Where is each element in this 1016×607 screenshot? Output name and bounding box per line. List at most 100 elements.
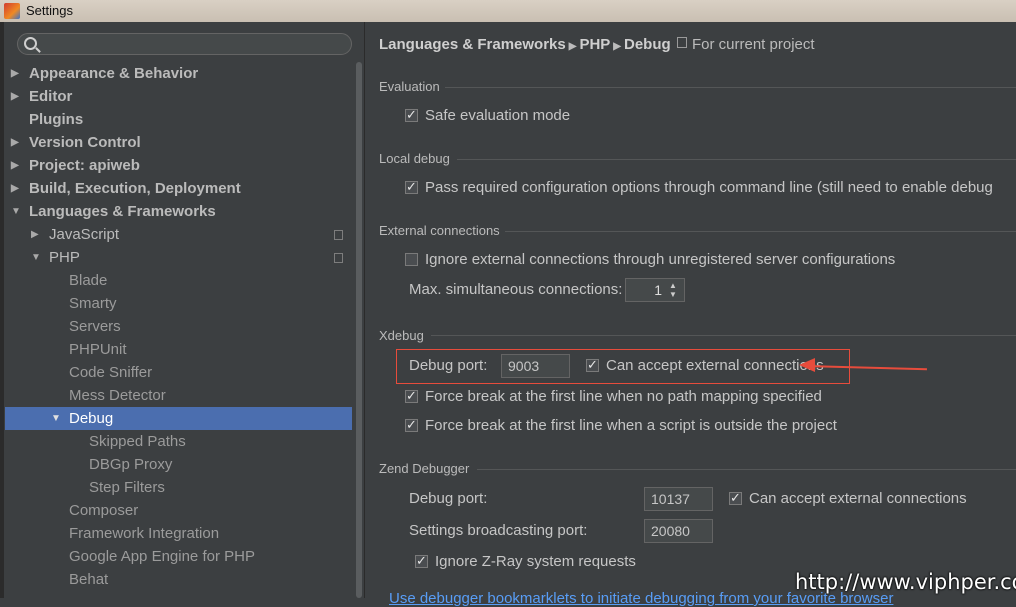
broadcast-port-input[interactable]: 20080 — [644, 519, 713, 543]
sidebar-item[interactable]: ▶ Project: apiweb — [0, 154, 352, 177]
sidebar-item-label: Project: apiweb — [29, 157, 140, 174]
safe-evaluation-label[interactable]: Safe evaluation mode — [425, 107, 570, 124]
sidebar-item-label: Framework Integration — [69, 525, 220, 542]
sidebar-item[interactable]: Skipped Paths — [0, 430, 352, 453]
settings-search[interactable] — [17, 33, 352, 55]
breadcrumb-item: PHP — [579, 36, 611, 53]
ignore-external-label[interactable]: Ignore external connections through unre… — [425, 251, 895, 268]
pass-config-checkbox[interactable]: ✓ — [405, 180, 418, 194]
collapse-arrow-icon[interactable]: ▶ — [11, 154, 23, 177]
expand-arrow-icon[interactable]: ▼ — [51, 407, 63, 430]
sidebar-scrollbar-thumb[interactable] — [356, 62, 362, 598]
section-xdebug-title: Xdebug — [379, 328, 424, 343]
ignore-zray-checkbox[interactable]: ✓ — [415, 554, 428, 568]
scope-label: For current project — [692, 36, 815, 53]
sidebar-item[interactable]: Code Sniffer — [0, 361, 352, 384]
sidebar-item-label: Composer — [69, 502, 139, 519]
expand-arrow-icon[interactable]: ▼ — [31, 246, 43, 269]
section-external-title: External connections — [379, 223, 500, 238]
sidebar-item[interactable]: Smarty — [0, 292, 352, 315]
section-local-debug-title: Local debug — [379, 151, 450, 166]
sidebar-item[interactable]: ▼ PHP — [0, 246, 352, 269]
window-title: Settings — [26, 3, 73, 18]
pass-config-label[interactable]: Pass required configuration options thro… — [425, 179, 1013, 196]
sidebar-item-label: Debug — [69, 410, 114, 427]
sidebar-item-label: Appearance & Behavior — [29, 65, 199, 82]
broadcast-port-label: Settings broadcasting port: — [409, 522, 588, 539]
sidebar-item-label: PHP — [49, 249, 80, 266]
sidebar-item-label: DBGp Proxy — [89, 456, 173, 473]
breadcrumb-separator-icon: ▶ — [613, 41, 621, 52]
sidebar-item-label: Version Control — [29, 134, 141, 151]
sidebar-item-label: Languages & Frameworks — [29, 203, 216, 220]
project-level-icon — [334, 253, 343, 263]
scope-indicator: For current project — [677, 36, 815, 53]
collapse-arrow-icon[interactable]: ▶ — [31, 223, 43, 246]
search-input[interactable] — [42, 36, 346, 54]
sidebar-item[interactable]: Google App Engine for PHP — [0, 545, 352, 568]
ignore-external-checkbox[interactable] — [405, 253, 418, 266]
expand-arrow-icon[interactable]: ▼ — [11, 200, 23, 223]
force-break-outside-label[interactable]: Force break at the first line when a scr… — [425, 417, 837, 434]
sidebar-item[interactable]: ▶ Version Control — [0, 131, 352, 154]
sidebar-item[interactable]: Blade — [0, 269, 352, 292]
sidebar-item-label: Mess Detector — [69, 387, 166, 404]
sidebar-item-label: PHPUnit — [69, 341, 127, 358]
sidebar-item[interactable]: ▶ JavaScript — [0, 223, 352, 246]
collapse-arrow-icon[interactable]: ▶ — [11, 177, 23, 200]
section-divider — [431, 335, 1016, 336]
sidebar-item[interactable]: Framework Integration — [0, 522, 352, 545]
force-break-outside-checkbox[interactable]: ✓ — [405, 418, 418, 432]
zend-port-label: Debug port: — [409, 490, 488, 507]
breadcrumb-item: Debug — [623, 36, 671, 53]
settings-sidebar: ▶ Appearance & Behavior ▶ Editor Plugins ▶ Ver… — [0, 22, 364, 598]
breadcrumb-item: Languages & Frameworks — [379, 36, 566, 53]
collapse-arrow-icon[interactable]: ▶ — [11, 85, 23, 108]
sidebar-item-label: Behat — [69, 571, 109, 588]
sidebar-item-label: Editor — [29, 88, 73, 105]
project-level-icon — [334, 230, 343, 240]
sidebar-item[interactable]: Mess Detector — [0, 384, 352, 407]
sidebar-item[interactable]: Plugins — [0, 108, 352, 131]
safe-evaluation-checkbox[interactable]: ✓ — [405, 108, 418, 122]
section-divider — [505, 231, 1016, 232]
search-icon — [24, 37, 37, 50]
sidebar-item[interactable]: PHPUnit — [0, 338, 352, 361]
project-scope-icon — [677, 37, 687, 48]
sidebar-item[interactable]: Composer — [0, 499, 352, 522]
sidebar-item[interactable]: ▼ Languages & Frameworks — [0, 200, 352, 223]
sidebar-item-label: Skipped Paths — [89, 433, 186, 450]
sidebar-item[interactable]: DBGp Proxy — [0, 453, 352, 476]
breadcrumb-separator-icon: ▶ — [568, 41, 577, 52]
spinner-arrows-icon[interactable]: ▲ ▼ — [669, 281, 681, 299]
sidebar-item[interactable]: ▶ Appearance & Behavior — [0, 62, 352, 85]
zend-accept-checkbox[interactable]: ✓ — [729, 491, 742, 505]
ignore-zray-label[interactable]: Ignore Z-Ray system requests — [435, 553, 636, 570]
force-break-no-mapping-label[interactable]: Force break at the first line when no pa… — [425, 388, 822, 405]
zend-accept-label[interactable]: Can accept external connections — [749, 490, 967, 507]
force-break-no-mapping-checkbox[interactable]: ✓ — [405, 389, 418, 403]
zend-port-input[interactable]: 10137 — [644, 487, 713, 511]
sidebar-item-label: JavaScript — [49, 226, 120, 243]
sidebar-item-label: Blade — [69, 272, 108, 289]
sidebar-item[interactable]: ▼ Debug — [0, 407, 352, 430]
sidebar-item[interactable]: ▶ Editor — [0, 85, 352, 108]
annotation-highlight-box — [396, 349, 850, 384]
sidebar-item[interactable]: Servers — [0, 315, 352, 338]
collapse-arrow-icon[interactable]: ▶ — [11, 131, 23, 154]
sidebar-item-label: Servers — [69, 318, 121, 335]
sidebar-item[interactable]: Behat — [0, 568, 352, 591]
max-connections-spinner[interactable]: 1 ▲ ▼ — [625, 278, 685, 302]
sidebar-item-label: Step Filters — [89, 479, 165, 496]
section-divider — [457, 159, 1016, 160]
sidebar-item[interactable]: ▶ Build, Execution, Deployment — [0, 177, 352, 200]
sidebar-item-label: Google App Engine for PHP — [69, 548, 255, 565]
collapse-arrow-icon[interactable]: ▶ — [11, 62, 23, 85]
sidebar-item-label: Smarty — [69, 295, 117, 312]
window-title-bar: Settings — [0, 0, 1016, 22]
section-divider — [477, 469, 1016, 470]
annotation-arrow-icon — [799, 358, 815, 372]
breadcrumb: Languages & Frameworks ▶ PHP ▶ Debug — [379, 36, 671, 53]
sidebar-item[interactable]: Step Filters — [0, 476, 352, 499]
section-divider — [445, 87, 1016, 88]
